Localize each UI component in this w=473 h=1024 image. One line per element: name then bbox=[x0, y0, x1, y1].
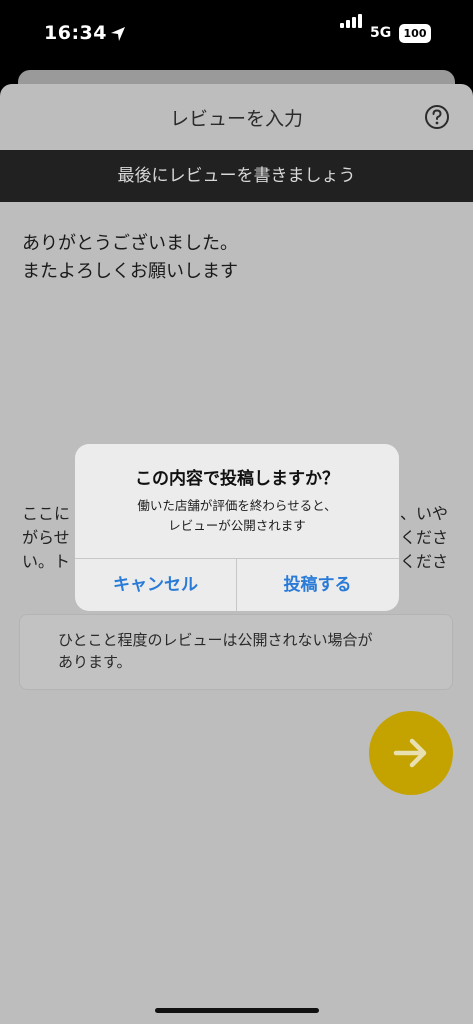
hint-text-right: 、いや くださ くださ bbox=[400, 504, 449, 571]
cancel-button[interactable]: キャンセル bbox=[75, 559, 236, 611]
notice-box: ひとこと程度のレビューは公開されない場合が あります。 bbox=[19, 614, 453, 690]
battery-level: 100 bbox=[403, 27, 427, 40]
review-textarea[interactable]: ありがとうございました。 またよろしくお願いします bbox=[22, 230, 452, 286]
submit-button[interactable]: 投稿する bbox=[237, 559, 398, 611]
question-circle-icon[interactable] bbox=[424, 104, 450, 130]
dialog-message: 働いた店舗が評価を終わらせると、 レビューが公開されます bbox=[137, 498, 337, 533]
instruction-banner: 最後にレビューを書きましょう bbox=[0, 150, 473, 202]
arrow-right-icon bbox=[393, 738, 427, 768]
sheet-header: レビューを入力 bbox=[0, 84, 473, 150]
location-arrow-icon bbox=[111, 27, 125, 41]
confirm-dialog: この内容で投稿しますか？ 働いた店舗が評価を終わらせると、 レビューが公開されま… bbox=[75, 444, 399, 611]
dialog-title: この内容で投稿しますか？ bbox=[135, 469, 339, 489]
notice-text: ひとこと程度のレビューは公開されない場合が あります。 bbox=[58, 631, 373, 671]
status-time: 16:34 bbox=[44, 22, 107, 44]
next-button[interactable] bbox=[369, 711, 453, 795]
home-indicator[interactable] bbox=[155, 1008, 319, 1013]
network-label: 5G bbox=[370, 25, 392, 41]
status-bar: 16:34 5G 100 bbox=[0, 0, 473, 70]
battery-icon: 100 bbox=[399, 24, 431, 43]
page-title: レビューを入力 bbox=[169, 108, 303, 130]
